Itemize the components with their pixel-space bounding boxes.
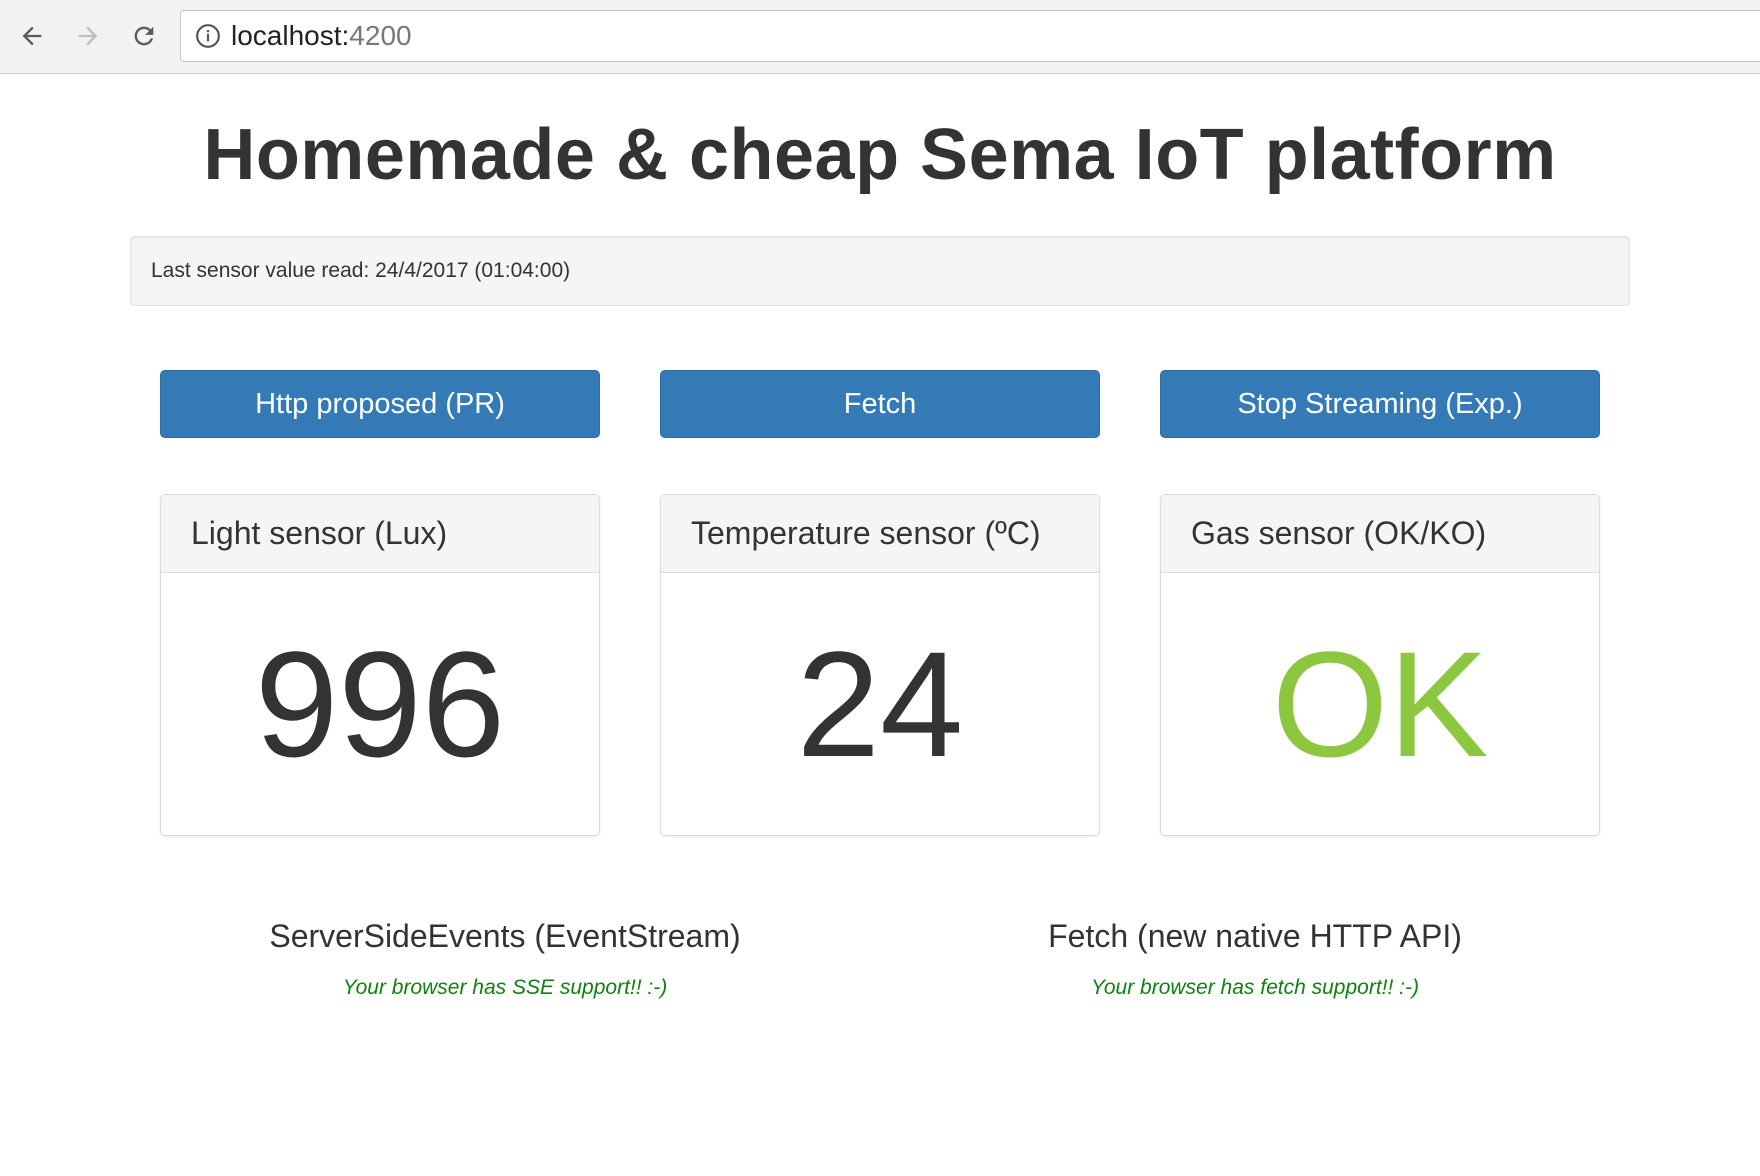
light-sensor-value: 996: [254, 620, 506, 788]
fetch-support-title: Fetch (new native HTTP API): [1048, 918, 1462, 954]
reload-icon: [134, 26, 154, 46]
last-read-text: Last sensor value read: 24/4/2017 (01:04…: [151, 259, 571, 282]
stop-streaming-button[interactable]: Stop Streaming (Exp.): [1160, 370, 1600, 438]
temperature-sensor-panel: Temperature sensor (ºC) 24: [660, 494, 1100, 836]
fetch-button[interactable]: Fetch: [660, 370, 1100, 438]
address-bar[interactable]: localhost:4200: [180, 10, 1760, 62]
url-host: localhost:: [231, 20, 350, 51]
sse-support-message: Your browser has SSE support!! :-): [342, 976, 668, 999]
forward-arrow-icon: [78, 26, 98, 46]
light-sensor-title: Light sensor (Lux): [161, 495, 599, 573]
gas-sensor-value: OK: [1271, 620, 1489, 788]
fetch-support-message: Your browser has fetch support!! :-): [1091, 976, 1419, 999]
temperature-sensor-value: 24: [796, 620, 964, 788]
info-icon[interactable]: [195, 23, 221, 49]
page-title: Homemade & cheap Sema IoT platform: [203, 115, 1557, 195]
last-read-status: Last sensor value read: 24/4/2017 (01:04…: [130, 236, 1630, 306]
gas-sensor-title: Gas sensor (OK/KO): [1161, 495, 1599, 573]
http-proposed-button[interactable]: Http proposed (PR): [160, 370, 600, 438]
back-arrow-icon: [22, 26, 42, 46]
forward-button[interactable]: [66, 14, 110, 58]
temperature-sensor-title: Temperature sensor (ºC): [661, 495, 1099, 573]
gas-sensor-panel: Gas sensor (OK/KO) OK: [1160, 494, 1600, 836]
back-button[interactable]: [10, 14, 54, 58]
reload-button[interactable]: [122, 14, 166, 58]
url-port: 4200: [349, 20, 412, 51]
light-sensor-panel: Light sensor (Lux) 996: [160, 494, 600, 836]
sse-support-title: ServerSideEvents (EventStream): [269, 918, 741, 954]
url-text: localhost:4200: [231, 20, 412, 52]
browser-toolbar: localhost:4200: [0, 0, 1760, 74]
